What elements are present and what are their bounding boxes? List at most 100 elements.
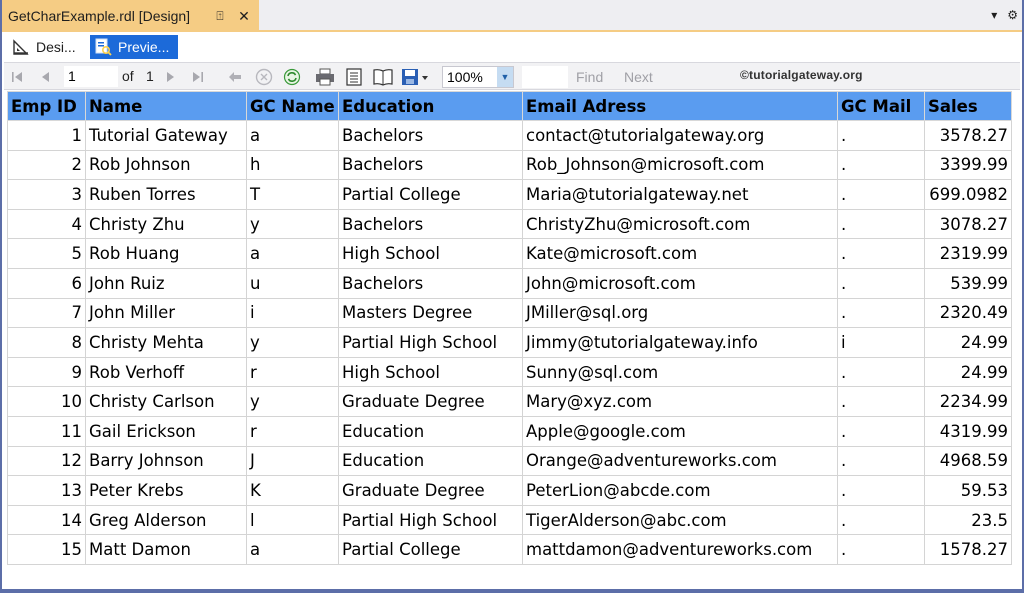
- cell-emp-id: 6: [7, 267, 86, 299]
- cell-gc-mail: .: [837, 445, 925, 477]
- cell-education: Partial College: [338, 179, 523, 210]
- cell-name: Christy Mehta: [85, 327, 247, 358]
- refresh-icon[interactable]: [282, 67, 302, 87]
- previous-page-icon[interactable]: [38, 67, 52, 87]
- pin-icon[interactable]: ⍐: [211, 9, 229, 24]
- cell-email: Jimmy@tutorialgateway.info: [522, 327, 838, 358]
- print-icon[interactable]: [314, 67, 336, 87]
- close-icon[interactable]: ✕: [235, 8, 253, 25]
- cell-emp-id: 15: [7, 534, 86, 565]
- zoom-dropdown-icon[interactable]: ▼: [497, 67, 513, 87]
- cell-email: mattdamon@adventureworks.com: [522, 534, 838, 565]
- cell-education: Masters Degree: [338, 297, 523, 329]
- watermark-text: ©tutorialgateway.org: [740, 68, 863, 82]
- table-row: 11 Gail Erickson r Education Apple@google.co…: [7, 415, 1012, 447]
- tab-strip-actions: ▾ ⚙: [991, 8, 1018, 22]
- cell-gc-name: a: [246, 534, 339, 565]
- header-education: Education: [338, 91, 523, 121]
- cell-education: Graduate Degree: [338, 386, 523, 417]
- cell-gc-mail: i: [837, 327, 925, 358]
- cell-gc-mail: .: [837, 208, 925, 240]
- cell-gc-name: y: [246, 386, 339, 417]
- cell-sales: 1578.27: [924, 534, 1012, 565]
- cell-education: Bachelors: [338, 149, 523, 181]
- cell-sales: 3578.27: [924, 120, 1012, 151]
- cell-sales: 23.5: [924, 504, 1012, 536]
- cell-gc-mail: .: [837, 120, 925, 151]
- cell-name: Tutorial Gateway: [85, 120, 247, 151]
- table-row: 1 Tutorial Gateway a Bachelors contact@tutor…: [7, 120, 1012, 151]
- cell-name: Rob Huang: [85, 238, 247, 269]
- cell-gc-name: a: [246, 120, 339, 151]
- cell-emp-id: 4: [7, 208, 86, 240]
- header-email: Email Adress: [522, 91, 838, 121]
- zoom-select[interactable]: 100% ▼: [442, 66, 514, 88]
- cell-gc-name: i: [246, 297, 339, 329]
- tab-preview[interactable]: Previe...: [90, 35, 178, 59]
- cell-sales: 4319.99: [924, 415, 1012, 447]
- cell-emp-id: 9: [7, 356, 86, 388]
- header-name: Name: [85, 91, 247, 121]
- cell-gc-name: T: [246, 179, 339, 210]
- cell-gc-name: r: [246, 356, 339, 388]
- cell-education: Bachelors: [338, 267, 523, 299]
- cell-gc-name: h: [246, 149, 339, 181]
- cell-education: Partial High School: [338, 327, 523, 358]
- header-emp-id: Emp ID: [7, 91, 86, 121]
- cell-name: John Ruiz: [85, 267, 247, 299]
- tab-dropdown-icon[interactable]: ▾: [991, 8, 997, 22]
- current-page-input[interactable]: 1: [64, 66, 118, 87]
- cell-email: Sunny@sql.com: [522, 356, 838, 388]
- report-table: Emp ID Name GC Name Education Email Adress GC…: [7, 91, 1012, 565]
- cell-name: Rob Verhoff: [85, 356, 247, 388]
- cell-sales: 2319.99: [924, 238, 1012, 269]
- cell-sales: 2234.99: [924, 386, 1012, 417]
- cell-email: Apple@google.com: [522, 415, 838, 447]
- table-row: 13 Peter Krebs K Graduate Degree PeterLion@a…: [7, 475, 1012, 506]
- print-layout-icon[interactable]: [344, 67, 364, 87]
- cell-emp-id: 2: [7, 149, 86, 181]
- cell-emp-id: 10: [7, 386, 86, 417]
- table-header-row: Emp ID Name GC Name Education Email Adress GC…: [7, 91, 1012, 121]
- table-row: 9 Rob Verhoff r High School Sunny@sql.com. 24…: [7, 356, 1012, 388]
- find-button[interactable]: Find: [576, 69, 603, 85]
- header-gc-name: GC Name: [246, 91, 339, 121]
- document-tab[interactable]: GetCharExample.rdl [Design] ⍐ ✕: [2, 0, 259, 32]
- cell-gc-name: r: [246, 415, 339, 447]
- first-page-icon[interactable]: [10, 67, 24, 87]
- cell-emp-id: 3: [7, 179, 86, 210]
- cell-gc-name: K: [246, 475, 339, 506]
- page-setup-icon[interactable]: [372, 67, 394, 87]
- cell-sales: 59.53: [924, 475, 1012, 506]
- preview-report-icon: [94, 38, 112, 56]
- cell-email: PeterLion@abcde.com: [522, 475, 838, 506]
- tab-design[interactable]: Desi...: [8, 35, 84, 59]
- cell-gc-mail: .: [837, 386, 925, 417]
- design-ruler-icon: [12, 38, 30, 56]
- cell-gc-mail: .: [837, 475, 925, 506]
- cell-name: Christy Carlson: [85, 386, 247, 417]
- cell-education: High School: [338, 356, 523, 388]
- cell-email: TigerAlderson@abc.com: [522, 504, 838, 536]
- last-page-icon[interactable]: [190, 67, 206, 87]
- report-designer-window: GetCharExample.rdl [Design] ⍐ ✕ ▾ ⚙ Desi…: [0, 0, 1024, 593]
- find-text-input[interactable]: [522, 66, 568, 88]
- cell-gc-mail: .: [837, 179, 925, 210]
- table-row: 2 Rob Johnson h Bachelors Rob_Johnson@micros…: [7, 149, 1012, 181]
- cell-gc-mail: .: [837, 504, 925, 536]
- cell-education: Education: [338, 445, 523, 477]
- table-row: 4 Christy Zhu y Bachelors ChristyZhu@microso…: [7, 208, 1012, 240]
- stop-icon[interactable]: [254, 67, 274, 87]
- settings-gear-icon[interactable]: ⚙: [1007, 8, 1018, 22]
- cell-email: contact@tutorialgateway.org: [522, 120, 838, 151]
- back-to-parent-icon[interactable]: [226, 67, 244, 87]
- tab-design-label: Desi...: [36, 39, 76, 55]
- export-save-icon[interactable]: [400, 67, 430, 87]
- cell-gc-name: a: [246, 238, 339, 269]
- next-page-icon[interactable]: [164, 67, 178, 87]
- find-next-button[interactable]: Next: [624, 69, 653, 85]
- table-row: 14 Greg Alderson l Partial High School Tiger…: [7, 504, 1012, 536]
- cell-emp-id: 11: [7, 415, 86, 447]
- cell-emp-id: 13: [7, 475, 86, 506]
- cell-sales: 3399.99: [924, 149, 1012, 181]
